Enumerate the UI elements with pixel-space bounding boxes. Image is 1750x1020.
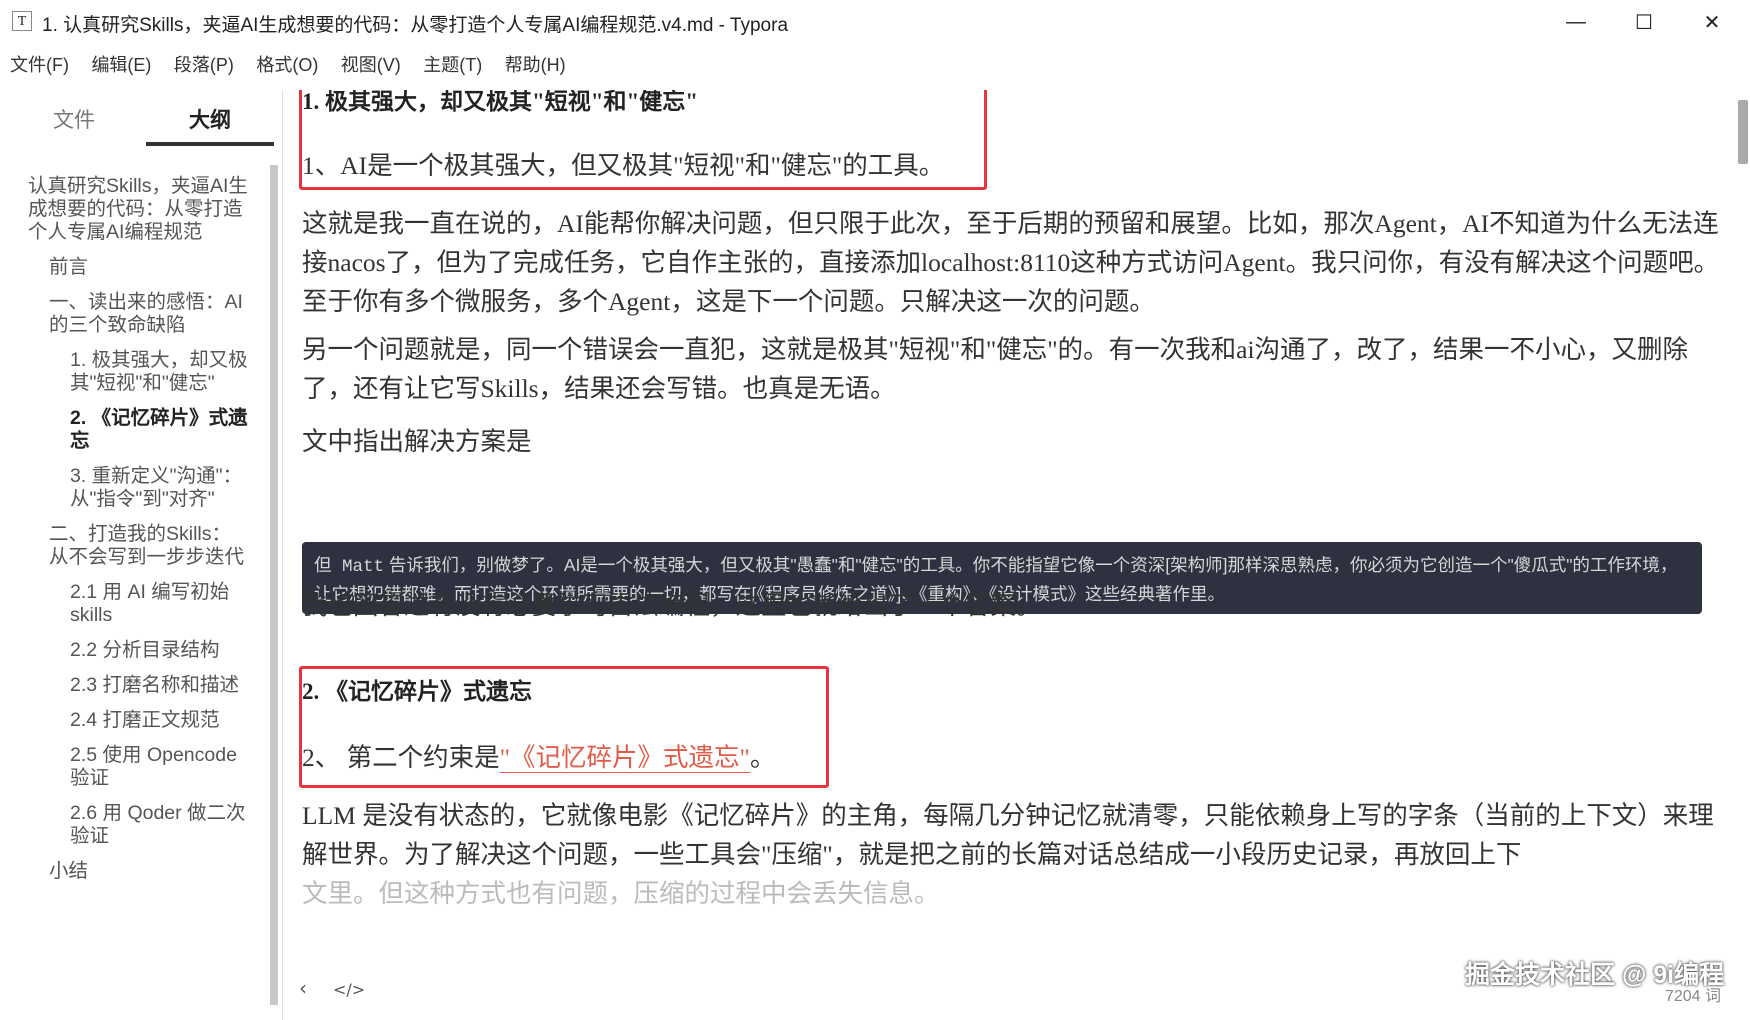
outline-item[interactable]: 1. 极其强大，却又极其"短视"和"健忘" [28, 349, 248, 395]
text-prefix: 2、 第二个约束是 [302, 743, 500, 772]
window-title: 1. 认真研究Skills，夹逼AI生成想要的代码：从零打造个人专属AI编程规范… [42, 15, 789, 36]
inline-link[interactable]: "《记忆碎片》式遗忘" [499, 743, 750, 773]
outline-item[interactable]: 2. 《记忆碎片》式遗忘 [28, 407, 248, 453]
sidebar-scrollbar[interactable] [270, 165, 278, 1005]
menu-theme[interactable]: 主题(T) [423, 48, 482, 82]
heading-2: 2. 《记忆碎片》式遗忘 [302, 679, 532, 704]
menu-bar: 文件(F) 编辑(E) 段落(P) 格式(O) 视图(V) 主题(T) 帮助(H… [0, 48, 1750, 82]
minimize-button[interactable]: — [1542, 0, 1610, 44]
paragraph: 1、AI是一个极其强大，但又极其"短视"和"健忘"的工具。 [302, 151, 945, 180]
paragraph: 我也回答过有没有必要学习古法编程，这里也就给出了一个答案。 [302, 591, 1042, 620]
watermark: 掘金技术社区 @ 9i编程 [1465, 961, 1725, 989]
outline-item[interactable]: 一、读出来的感悟：AI 的三个致命缺陷 [28, 291, 248, 337]
outline-item[interactable]: 2.6 用 Qoder 做二次验证 [28, 802, 248, 848]
paragraph: 2、 第二个约束是"《记忆碎片》式遗忘"。 [302, 738, 1722, 777]
paragraph: LLM 是没有状态的，它就像电影《记忆碎片》的主角，每隔几分钟记忆就清零，只能依… [302, 801, 1714, 869]
menu-format[interactable]: 格式(O) [256, 48, 318, 82]
tab-outline[interactable]: 大纲 [146, 104, 274, 146]
paragraph: 这就是我一直在说的，AI能帮你解决问题，但只限于此次，至于后期的预留和展望。比如… [302, 209, 1720, 316]
menu-paragraph[interactable]: 段落(P) [174, 48, 234, 82]
tab-files[interactable]: 文件 [10, 104, 138, 142]
editor-content[interactable]: 1. 极其强大，却又极其"短视"和"健忘" 1、AI是一个极其强大，但又极其"短… [285, 90, 1735, 970]
outline-item[interactable]: 小结 [28, 860, 248, 883]
outline-item[interactable]: 2.2 分析目录结构 [28, 639, 248, 662]
paragraph: 文里。但这种方式也有问题，压缩的过程中会丢失信息。 [302, 879, 940, 908]
title-bar: T 1. 认真研究Skills，夹逼AI生成想要的代码：从零打造个人专属AI编程… [0, 0, 1750, 44]
paragraph: 另一个问题就是，同一个错误会一直犯，这就是极其"短视"和"健忘"的。有一次我和a… [302, 335, 1689, 403]
menu-edit[interactable]: 编辑(E) [91, 48, 151, 82]
outline-item[interactable]: 二、打造我的Skills：从不会写到一步步迭代 [28, 523, 248, 569]
menu-help[interactable]: 帮助(H) [505, 48, 566, 82]
sidebar: 文件 大纲 认真研究Skills，夹逼AI生成想要的代码：从零打造个人专属AI编… [0, 90, 283, 1020]
outline-item[interactable]: 2.5 使用 Opencode 验证 [28, 744, 248, 790]
text-suffix: 。 [749, 743, 776, 772]
typora-app-icon: T [12, 11, 32, 31]
close-button[interactable]: ✕ [1678, 0, 1746, 44]
outline-list: 认真研究Skills，夹逼AI生成想要的代码：从零打造个人专属AI编程规范前言一… [28, 175, 248, 895]
menu-file[interactable]: 文件(F) [10, 48, 69, 82]
outline-item[interactable]: 认真研究Skills，夹逼AI生成想要的代码：从零打造个人专属AI编程规范 [28, 175, 248, 244]
outline-item[interactable]: 2.4 打磨正文规范 [28, 709, 248, 732]
menu-view[interactable]: 视图(V) [341, 48, 401, 82]
code-prefix: 但 Matt [314, 557, 385, 577]
outline-item[interactable]: 3. 重新定义"沟通"：从"指令"到"对齐" [28, 465, 248, 511]
source-code-icon[interactable]: </> [333, 980, 365, 999]
outline-item[interactable]: 2.1 用 AI 编写初始 skills [28, 581, 248, 627]
heading-1: 1. 极其强大，却又极其"短视"和"健忘" [302, 90, 699, 114]
maximize-button[interactable]: ☐ [1610, 0, 1678, 44]
editor-scrollbar[interactable] [1738, 100, 1748, 164]
outline-item[interactable]: 前言 [28, 256, 248, 279]
chevron-left-icon[interactable]: ‹ [299, 976, 307, 1000]
paragraph: 文中指出解决方案是 [302, 427, 532, 456]
outline-item[interactable]: 2.3 打磨名称和描述 [28, 674, 248, 697]
